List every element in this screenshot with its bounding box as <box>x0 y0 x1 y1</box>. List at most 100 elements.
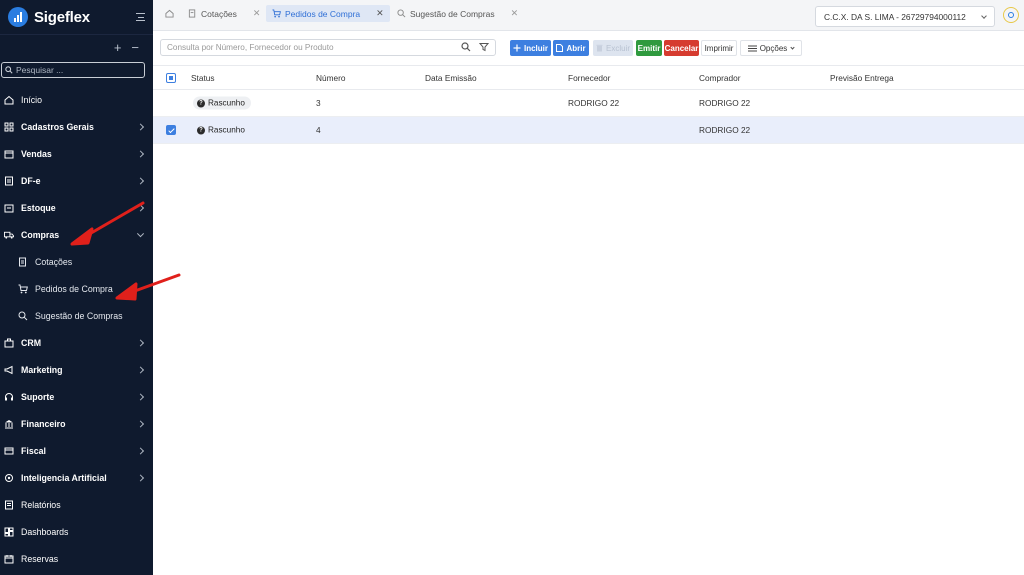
sidebar: Sigeflex + − Pesquisar ... Início Cadast… <box>0 0 153 575</box>
sidebar-item-label: Reservas <box>21 553 59 564</box>
collapse-menu-icon[interactable] <box>133 12 145 22</box>
sidebar-item-inteligencia-artificial[interactable]: Inteligencia Artificial <box>0 464 153 491</box>
company-select[interactable]: C.C.X. DA S. LIMA - 26729794000112 <box>815 6 995 27</box>
sidebar-item-label: Financeiro <box>21 418 66 429</box>
sidebar-item-dashboards[interactable]: Dashboards <box>0 518 153 545</box>
company-value: C.C.X. DA S. LIMA - 26729794000112 <box>824 11 966 22</box>
emitir-label: Emitir <box>637 43 661 53</box>
chevron-right-icon <box>136 203 145 212</box>
sidebar-item-marketing[interactable]: Marketing <box>0 356 153 383</box>
quote-icon <box>18 257 28 267</box>
cancelar-button[interactable]: Cancelar <box>664 40 699 56</box>
sidebar-item-dfe[interactable]: DF-e <box>0 167 153 194</box>
sidebar-item-inicio[interactable]: Início <box>0 86 153 113</box>
sigeflex-logo-icon <box>8 7 28 27</box>
column-status[interactable]: Status <box>191 73 215 83</box>
sidebar-search-input[interactable]: Pesquisar ... <box>1 62 145 78</box>
imprimir-button[interactable]: Imprimir <box>701 40 737 56</box>
headset-icon <box>4 392 14 402</box>
row-checkbox[interactable] <box>166 125 176 135</box>
sidebar-item-crm[interactable]: CRM <box>0 329 153 356</box>
sidebar-item-label: Sugestão de Compras <box>35 310 123 321</box>
query-input[interactable]: Consulta por Número, Fornecedor ou Produ… <box>160 39 496 56</box>
column-previsao-entrega[interactable]: Previsão Entrega <box>830 73 894 83</box>
sidebar-item-estoque[interactable]: Estoque <box>0 194 153 221</box>
chevron-down-icon <box>136 229 145 237</box>
close-icon[interactable]: ✕ <box>511 8 519 19</box>
app-name: Sigeflex <box>34 8 90 26</box>
emitir-button[interactable]: Emitir <box>636 40 662 56</box>
bank-icon <box>4 419 14 429</box>
sidebar-item-label: Cotações <box>35 256 73 267</box>
tab-sugestao-de-compras[interactable]: Sugestão de Compras ✕ <box>397 5 518 22</box>
tab-bar: Cotações ✕ Pedidos de Compra ✕ Sugestão … <box>153 0 1024 31</box>
trash-icon <box>596 44 603 52</box>
table-row[interactable]: ? Rascunho 3 RODRIGO 22 RODRIGO 22 <box>153 90 1024 117</box>
chevron-right-icon <box>136 419 145 428</box>
tab-label: Cotações <box>201 8 237 19</box>
select-all-checkbox[interactable] <box>166 72 176 83</box>
close-icon[interactable]: ✕ <box>376 8 384 19</box>
cell-numero: 3 <box>316 98 321 108</box>
plus-icon <box>513 44 521 52</box>
abrir-button[interactable]: Abrir <box>553 40 589 56</box>
sidebar-item-label: Relatórios <box>21 499 61 510</box>
status-badge: ? Rascunho <box>193 124 251 137</box>
sidebar-item-label: Início <box>21 94 43 105</box>
sidebar-item-financeiro[interactable]: Financeiro <box>0 410 153 437</box>
abrir-label: Abrir <box>566 43 586 53</box>
sidebar-item-label: Vendas <box>21 148 52 159</box>
box-icon <box>4 203 14 213</box>
sidebar-item-suporte[interactable]: Suporte <box>0 383 153 410</box>
sidebar-item-pedidos-de-compra[interactable]: Pedidos de Compra <box>0 275 153 302</box>
close-icon[interactable]: ✕ <box>253 8 261 19</box>
column-numero[interactable]: Número <box>316 73 346 83</box>
table-row[interactable]: ? Rascunho 4 RODRIGO 22 <box>153 117 1024 144</box>
filter-icon[interactable] <box>479 42 489 52</box>
ai-icon <box>4 473 14 483</box>
opcoes-button[interactable]: Opções <box>740 40 802 56</box>
grid-icon <box>4 122 14 132</box>
sidebar-item-relatorios[interactable]: Relatórios <box>0 491 153 518</box>
status-text: Rascunho <box>208 98 245 108</box>
home-icon <box>4 95 14 105</box>
sidebar-actions: + − <box>0 34 153 60</box>
sidebar-item-label: Pedidos de Compra <box>35 283 113 294</box>
truck-icon <box>4 230 14 240</box>
sidebar-item-label: Fiscal <box>21 445 46 456</box>
sidebar-item-vendas[interactable]: Vendas <box>0 140 153 167</box>
sidebar-item-cotacoes[interactable]: Cotações <box>0 248 153 275</box>
sidebar-item-reservas[interactable]: Reservas <box>0 545 153 572</box>
sidebar-item-cadastros-gerais[interactable]: Cadastros Gerais <box>0 113 153 140</box>
tab-pedidos-de-compra[interactable]: Pedidos de Compra ✕ <box>266 5 390 22</box>
collapse-all-icon[interactable]: − <box>131 40 139 55</box>
chevron-right-icon <box>136 176 145 185</box>
sidebar-item-label: Suporte <box>21 391 55 402</box>
brand: Sigeflex <box>0 0 153 34</box>
cell-fornecedor: RODRIGO 22 <box>568 98 620 108</box>
sidebar-item-sugestao-de-compras[interactable]: Sugestão de Compras <box>0 302 153 329</box>
file-icon <box>556 44 564 52</box>
home-tab[interactable] <box>165 5 178 22</box>
query-placeholder: Consulta por Número, Fornecedor ou Produ… <box>167 43 334 52</box>
incluir-button[interactable]: Incluir <box>510 40 551 56</box>
opcoes-label: Opções <box>759 43 788 53</box>
cart-icon <box>272 9 281 18</box>
excluir-button[interactable]: Excluir <box>593 40 633 56</box>
column-comprador[interactable]: Comprador <box>699 73 741 83</box>
column-fornecedor[interactable]: Fornecedor <box>568 73 610 83</box>
expand-all-icon[interactable]: + <box>114 40 122 55</box>
cell-comprador: RODRIGO 22 <box>699 125 751 135</box>
grid-header: Status Número Data Emissão Fornecedor Co… <box>153 65 1024 90</box>
dashboard-icon <box>4 527 14 537</box>
sidebar-item-fiscal[interactable]: Fiscal <box>0 437 153 464</box>
column-data-emissao[interactable]: Data Emissão <box>425 73 477 83</box>
sidebar-item-label: Marketing <box>21 364 63 375</box>
status-text: Rascunho <box>208 125 245 135</box>
tab-cotacoes[interactable]: Cotações ✕ <box>188 5 260 22</box>
search-icon[interactable] <box>461 42 471 52</box>
status-indicator-icon[interactable] <box>1003 7 1019 23</box>
sidebar-item-compras[interactable]: Compras <box>0 221 153 248</box>
tab-label: Sugestão de Compras <box>410 8 495 19</box>
chevron-right-icon <box>136 365 145 374</box>
